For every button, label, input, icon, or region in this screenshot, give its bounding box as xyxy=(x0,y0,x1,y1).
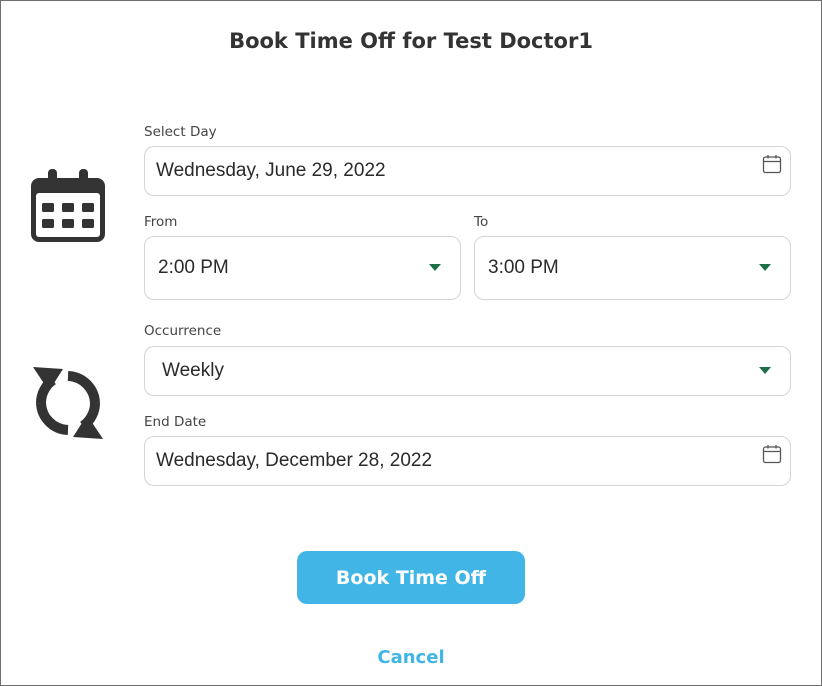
select-day-value: Wednesday, June 29, 2022 xyxy=(156,160,386,181)
book-time-off-dialog: Book Time Off for Test Doctor1 Select Da… xyxy=(0,0,822,686)
occurrence-select[interactable]: Weekly xyxy=(144,346,791,396)
caret-down-icon xyxy=(429,264,441,271)
occurrence-value: Weekly xyxy=(162,360,224,381)
from-label: From xyxy=(144,214,178,230)
calendar-icon xyxy=(31,169,105,242)
cancel-link[interactable]: Cancel xyxy=(1,647,821,668)
to-label: To xyxy=(474,214,489,230)
occurrence-label: Occurrence xyxy=(144,323,222,339)
end-date-field[interactable]: Wednesday, December 28, 2022 xyxy=(144,436,791,486)
calendar-small-icon[interactable] xyxy=(762,154,782,174)
select-day-field[interactable]: Wednesday, June 29, 2022 xyxy=(144,146,791,196)
end-date-label: End Date xyxy=(144,414,207,430)
to-time-select[interactable]: 3:00 PM xyxy=(474,236,791,300)
caret-down-icon xyxy=(759,264,771,271)
end-date-value: Wednesday, December 28, 2022 xyxy=(156,450,433,471)
caret-down-icon xyxy=(759,367,771,374)
from-time-value: 2:00 PM xyxy=(158,257,229,278)
book-time-off-button[interactable]: Book Time Off xyxy=(297,551,525,604)
repeat-icon xyxy=(33,367,103,439)
from-time-select[interactable]: 2:00 PM xyxy=(144,236,461,300)
select-day-label: Select Day xyxy=(144,124,217,140)
dialog-title: Book Time Off for Test Doctor1 xyxy=(229,29,593,53)
to-time-value: 3:00 PM xyxy=(488,257,559,278)
calendar-small-icon[interactable] xyxy=(762,444,782,464)
